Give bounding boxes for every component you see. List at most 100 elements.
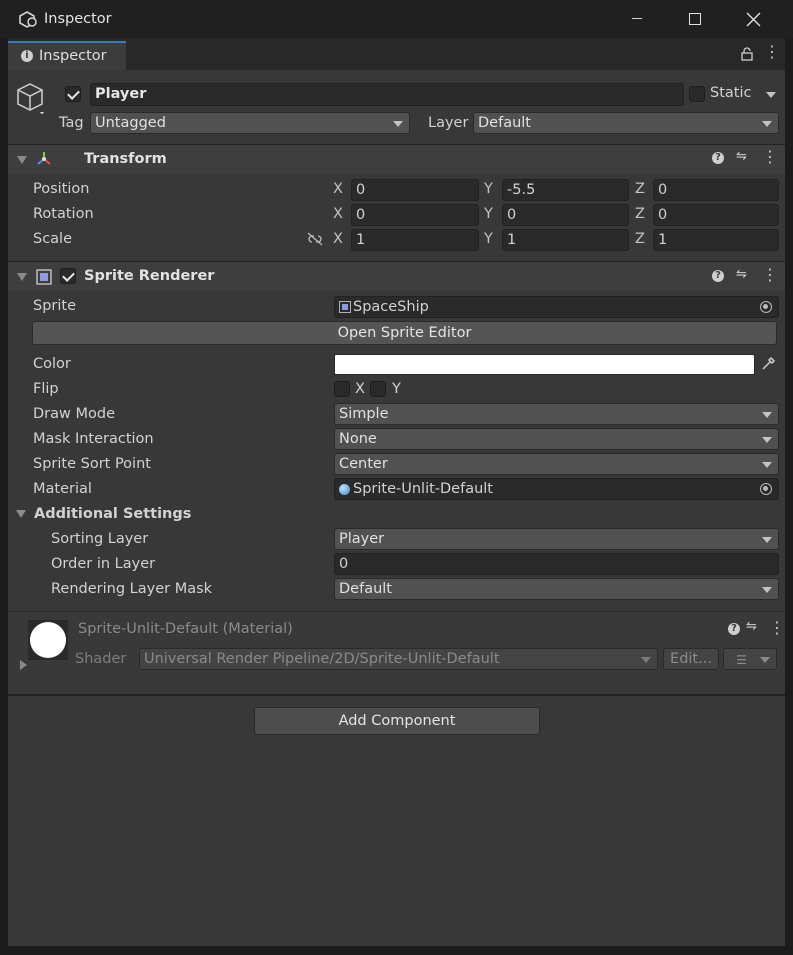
rotation-z-input[interactable]: 0 xyxy=(653,204,779,226)
sprite-object-field[interactable]: SpaceShip xyxy=(334,296,779,318)
scale-z-axis[interactable]: Z xyxy=(635,229,645,249)
chevron-down-icon xyxy=(641,657,651,663)
scale-y-axis[interactable]: Y xyxy=(484,229,493,249)
position-y-input[interactable]: -5.5 xyxy=(502,179,629,201)
close-icon[interactable] xyxy=(746,12,761,27)
tab-inspector[interactable]: i Inspector xyxy=(8,41,126,70)
rendering-layer-mask-dropdown[interactable]: Default xyxy=(334,578,779,600)
component-menu-icon[interactable]: ⋮ xyxy=(762,265,778,284)
foldout-arrow-icon[interactable] xyxy=(17,273,27,281)
chevron-down-icon xyxy=(762,587,772,593)
maximize-icon[interactable] xyxy=(689,13,701,25)
shader-dropdown[interactable]: Universal Render Pipeline/2D/Sprite-Unli… xyxy=(139,648,658,670)
object-picker-icon[interactable] xyxy=(760,483,772,495)
material-value: Sprite-Unlit-Default xyxy=(353,481,493,497)
material-foldout-icon[interactable] xyxy=(20,660,27,670)
material-label: Material xyxy=(33,481,92,497)
sorting-layer-value: Player xyxy=(339,531,385,547)
shader-options-button[interactable]: ☰ xyxy=(723,648,777,670)
divider xyxy=(8,695,785,696)
rotation-x-input[interactable]: 0 xyxy=(351,204,479,226)
preset-icon[interactable]: ⇋ xyxy=(736,149,747,164)
gameobject-active-checkbox[interactable] xyxy=(65,86,81,102)
chevron-down-icon xyxy=(762,462,772,468)
position-x-axis[interactable]: X xyxy=(333,179,343,199)
color-label: Color xyxy=(33,356,71,372)
tag-value: Untagged xyxy=(95,115,166,131)
transform-axes-icon xyxy=(37,152,51,165)
eyedropper-icon[interactable] xyxy=(760,356,776,372)
static-checkbox[interactable] xyxy=(689,86,705,102)
layer-dropdown[interactable]: Default xyxy=(473,112,779,134)
material-sphere-icon xyxy=(339,484,350,495)
sprite-sort-point-dropdown[interactable]: Center xyxy=(334,453,779,475)
window-menu-icon[interactable]: ⋮ xyxy=(764,42,780,62)
help-icon[interactable]: ? xyxy=(728,623,740,635)
transform-title: Transform xyxy=(84,151,167,167)
position-x-input[interactable]: 0 xyxy=(351,179,479,201)
position-z-axis[interactable]: Z xyxy=(635,179,645,199)
rendering-layer-mask-value: Default xyxy=(339,581,392,597)
rotation-y-axis[interactable]: Y xyxy=(484,204,493,224)
foldout-arrow-icon[interactable] xyxy=(17,156,27,164)
draw-mode-dropdown[interactable]: Simple xyxy=(334,403,779,425)
flip-x-checkbox[interactable] xyxy=(334,381,350,397)
add-component-button[interactable]: Add Component xyxy=(254,707,540,735)
rotation-z-axis[interactable]: Z xyxy=(635,204,645,224)
position-y-axis[interactable]: Y xyxy=(484,179,493,199)
rotation-x-axis[interactable]: X xyxy=(333,204,343,224)
additional-settings-label[interactable]: Additional Settings xyxy=(34,504,191,524)
color-swatch[interactable] xyxy=(334,354,755,375)
gameobject-cube-icon[interactable] xyxy=(16,82,46,114)
scale-label: Scale xyxy=(33,231,73,247)
rendering-layer-mask-label: Rendering Layer Mask xyxy=(51,581,213,597)
rotation-label: Rotation xyxy=(33,206,94,222)
edit-shader-button[interactable]: Edit... xyxy=(663,648,719,670)
sorting-layer-dropdown[interactable]: Player xyxy=(334,528,779,550)
sprite-renderer-icon xyxy=(36,269,52,285)
lock-icon[interactable] xyxy=(741,47,753,61)
draw-mode-label: Draw Mode xyxy=(33,406,115,422)
scale-x-axis[interactable]: X xyxy=(333,229,343,249)
rotation-y-input[interactable]: 0 xyxy=(502,204,629,226)
mask-interaction-dropdown[interactable]: None xyxy=(334,428,779,450)
material-object-field[interactable]: Sprite-Unlit-Default xyxy=(334,478,779,500)
scale-z-input[interactable]: 1 xyxy=(653,229,779,251)
unlinked-scale-icon[interactable] xyxy=(306,232,324,246)
tag-label: Tag xyxy=(59,115,84,131)
scale-y-input[interactable]: 1 xyxy=(502,229,629,251)
tag-dropdown[interactable]: Untagged xyxy=(90,112,410,134)
mask-interaction-label: Mask Interaction xyxy=(33,431,154,447)
gameobject-name-input[interactable]: Player xyxy=(90,83,684,106)
unity-logo-icon xyxy=(19,11,37,28)
order-in-layer-label: Order in Layer xyxy=(51,556,156,572)
chevron-down-icon xyxy=(762,437,772,443)
draw-mode-value: Simple xyxy=(339,406,389,422)
additional-settings-foldout-icon[interactable] xyxy=(16,510,26,518)
order-in-layer-input[interactable]: 0 xyxy=(334,553,779,575)
minimize-icon[interactable] xyxy=(632,18,642,19)
chevron-down-icon xyxy=(762,121,772,127)
static-dropdown-icon[interactable] xyxy=(766,92,776,98)
flip-y-label: Y xyxy=(392,381,401,397)
sprite-renderer-enabled-checkbox[interactable] xyxy=(60,268,76,284)
component-menu-icon[interactable]: ⋮ xyxy=(762,147,778,166)
sprite-sort-point-label: Sprite Sort Point xyxy=(33,456,151,472)
inspector-window: i Inspector ⋮ Player Static Tag Untagged… xyxy=(8,38,785,946)
open-sprite-editor-button[interactable]: Open Sprite Editor xyxy=(32,321,777,345)
scale-x-input[interactable]: 1 xyxy=(351,229,479,251)
sprite-asset-icon xyxy=(339,301,351,313)
chevron-down-icon xyxy=(762,537,772,543)
preset-icon[interactable]: ⇋ xyxy=(736,267,747,282)
help-icon[interactable]: ? xyxy=(712,152,724,164)
chevron-down-icon xyxy=(762,412,772,418)
sprite-renderer-header[interactable]: Sprite Renderer ? ⇋ ⋮ xyxy=(8,261,785,291)
help-icon[interactable]: ? xyxy=(712,270,724,282)
flip-y-checkbox[interactable] xyxy=(370,381,386,397)
object-picker-icon[interactable] xyxy=(760,301,772,313)
material-menu-icon[interactable]: ⋮ xyxy=(769,618,785,637)
chevron-down-icon xyxy=(393,121,403,127)
transform-header[interactable]: Transform ? ⇋ ⋮ xyxy=(8,144,785,174)
preset-icon[interactable]: ⇋ xyxy=(746,619,757,634)
position-z-input[interactable]: 0 xyxy=(653,179,779,201)
